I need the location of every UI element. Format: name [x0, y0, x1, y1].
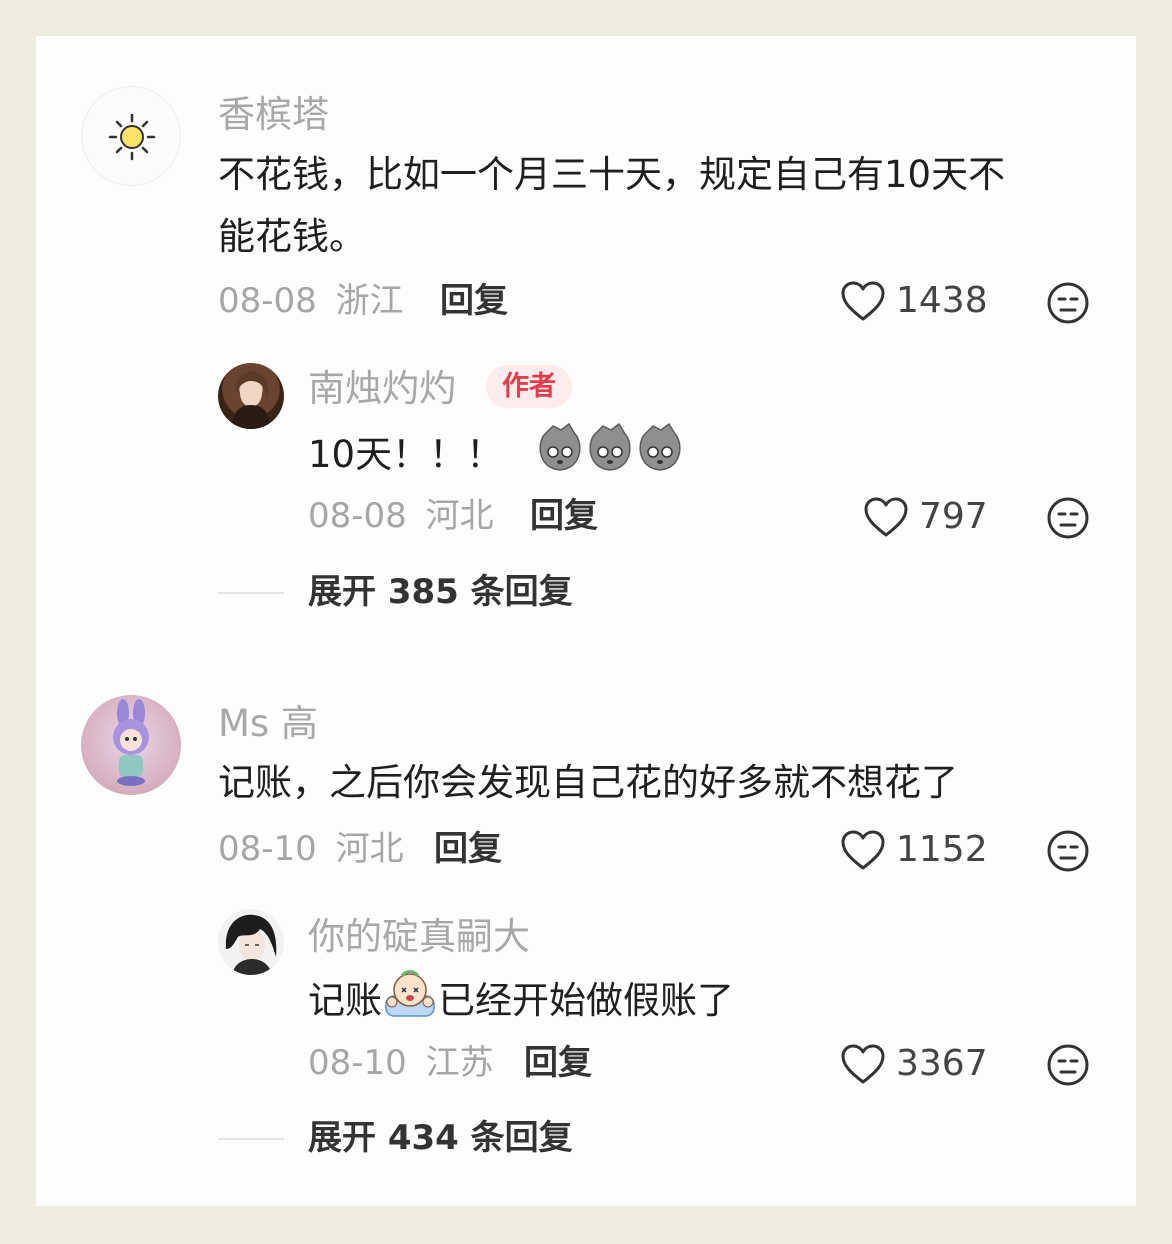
- comment-date: 08-08: [218, 281, 317, 321]
- avatar-figurine: [113, 699, 149, 786]
- comment-panel: 香槟塔 不花钱，比如一个月三十天，规定自己有10天不 能花钱。 08-08 浙江…: [36, 36, 1136, 1206]
- reply-button[interactable]: 回复: [440, 284, 508, 318]
- bag-face-emoji: [535, 420, 685, 493]
- comment-text-line2: 能花钱。: [218, 215, 366, 258]
- neutral-face-icon: [1047, 282, 1089, 324]
- like-count: 1438: [896, 280, 988, 321]
- avatar[interactable]: [218, 909, 284, 975]
- reply-meta: 08-08 河北: [308, 499, 494, 533]
- reply-date: 08-08: [308, 496, 407, 536]
- expand-divider: [218, 592, 284, 594]
- reply-text-after: 已经开始做假账了: [438, 979, 734, 1022]
- dislike-button[interactable]: [1046, 281, 1090, 325]
- expand-divider: [218, 1138, 284, 1140]
- like-count: 3367: [896, 1043, 988, 1084]
- comment-username[interactable]: 香槟塔: [218, 96, 329, 133]
- reply-text-before: 记账: [308, 979, 382, 1022]
- reply-button[interactable]: 回复: [530, 499, 598, 533]
- crying-face-emoji: [382, 966, 438, 1039]
- reply-meta: 08-10 江苏: [308, 1046, 494, 1080]
- like-button[interactable]: 1152: [840, 829, 988, 871]
- comment-meta: 08-08 浙江: [218, 284, 404, 318]
- reply-location: 河北: [425, 496, 494, 536]
- comment-text: 不花钱，比如一个月三十天，规定自己有10天不: [218, 153, 1006, 196]
- expand-replies-button[interactable]: 展开 434 条回复: [308, 1121, 573, 1155]
- reply-button[interactable]: 回复: [434, 832, 502, 866]
- heart-outline-icon: [841, 830, 885, 870]
- reply-text: 记账 已经开始做假账了: [308, 966, 734, 1039]
- like-button[interactable]: 3367: [840, 1043, 988, 1085]
- expand-replies-button[interactable]: 展开 385 条回复: [308, 575, 573, 609]
- avatar[interactable]: [218, 363, 284, 429]
- comment-meta: 08-10 河北: [218, 832, 404, 866]
- neutral-face-icon: [1047, 1044, 1089, 1086]
- comment-date: 08-10: [218, 829, 317, 869]
- dislike-button[interactable]: [1046, 496, 1090, 540]
- like-button[interactable]: 797: [863, 496, 988, 538]
- avatar-anime-portrait: [218, 909, 284, 975]
- heart-outline-icon: [841, 1044, 885, 1084]
- reply-date: 08-10: [308, 1043, 407, 1083]
- avatar-portrait: [232, 371, 270, 429]
- reply-location: 江苏: [425, 1043, 494, 1083]
- avatar[interactable]: [81, 86, 181, 186]
- reply-username[interactable]: 你的碇真嗣大: [308, 918, 530, 955]
- dislike-button[interactable]: [1046, 829, 1090, 873]
- author-badge: 作者: [486, 365, 572, 408]
- sun-icon: [108, 113, 156, 161]
- reply-username[interactable]: 南烛灼灼: [308, 370, 456, 407]
- comment-username[interactable]: Ms 高: [218, 705, 318, 742]
- reply-button[interactable]: 回复: [524, 1046, 592, 1080]
- dislike-button[interactable]: [1046, 1043, 1090, 1087]
- comment-location: 浙江: [335, 281, 404, 321]
- heart-outline-icon: [864, 497, 908, 537]
- comment-location: 河北: [335, 829, 404, 869]
- avatar[interactable]: [81, 695, 181, 795]
- like-count: 797: [919, 496, 988, 537]
- like-button[interactable]: 1438: [840, 280, 988, 322]
- heart-outline-icon: [841, 281, 885, 321]
- reply-text: 10天！！！: [308, 420, 685, 493]
- neutral-face-icon: [1047, 497, 1089, 539]
- reply-text-content: 10天！！！: [308, 433, 504, 476]
- neutral-face-icon: [1047, 830, 1089, 872]
- like-count: 1152: [896, 829, 988, 870]
- comment-text: 记账，之后你会发现自己花的好多就不想花了: [218, 761, 958, 804]
